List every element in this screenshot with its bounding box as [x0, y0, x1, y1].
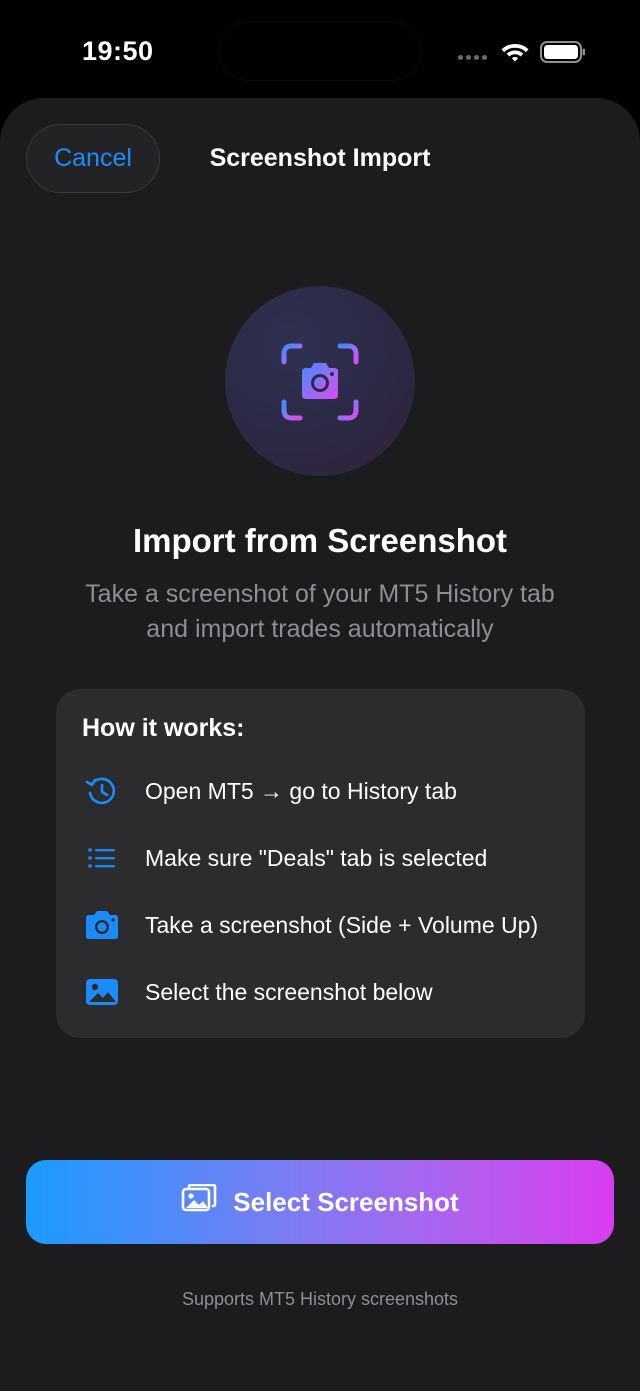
photo-stack-icon — [181, 1183, 217, 1221]
footer-note: Supports MT5 History screenshots — [181, 1289, 459, 1309]
subtitle-line-2: and import trades automatically — [146, 615, 494, 643]
camera-viewfinder-icon — [281, 343, 359, 421]
step-item: Make sure "Deals" tab is selected — [82, 838, 582, 878]
step-label: Make sure "Deals" tab is selected — [145, 844, 488, 871]
screen: 19:50 Cancel Screenshot Import Import fr… — [0, 0, 640, 1391]
history-clock-icon — [82, 771, 122, 811]
step-label: Open MT5 → go to History tab — [145, 777, 457, 804]
battery-icon — [540, 41, 585, 63]
step-item: Select the screenshot below — [82, 972, 582, 1012]
sheet-title: Screenshot Import — [209, 144, 431, 172]
dynamic-island — [220, 22, 420, 80]
status-time: 19:50 — [82, 36, 154, 66]
subtitle-line-1: Take a screenshot of your MT5 History ta… — [85, 580, 555, 608]
camera-icon — [82, 905, 122, 945]
headline: Import from Screenshot — [132, 522, 508, 559]
wifi-icon — [501, 44, 529, 62]
photo-icon — [82, 972, 122, 1012]
subtitle: Take a screenshot of your MT5 History ta… — [40, 577, 600, 647]
select-screenshot-button[interactable]: Select Screenshot — [26, 1160, 614, 1244]
how-it-works-title: How it works: — [82, 714, 245, 742]
list-icon — [82, 838, 122, 878]
step-label: Take a screenshot (Side + Volume Up) — [145, 911, 539, 938]
status-bar: 19:50 — [0, 0, 640, 100]
step-label: Select the screenshot below — [145, 978, 433, 1005]
step-item: Open MT5 → go to History tab — [82, 771, 582, 811]
step-item: Take a screenshot (Side + Volume Up) — [82, 905, 582, 945]
select-screenshot-label: Select Screenshot — [233, 1186, 459, 1217]
cellular-signal-icon — [458, 55, 487, 60]
